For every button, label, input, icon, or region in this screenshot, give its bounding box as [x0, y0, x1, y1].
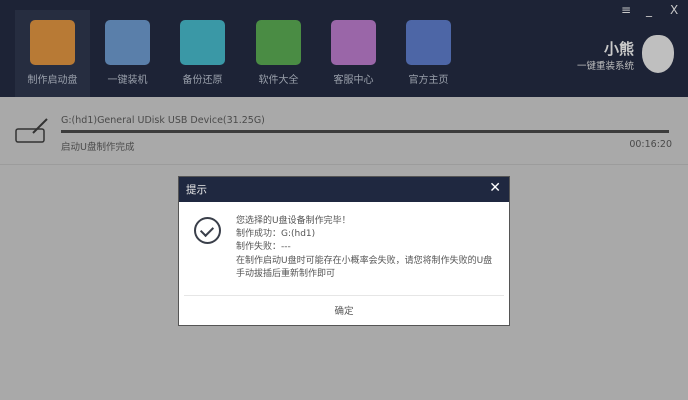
divider — [184, 295, 504, 296]
close-button[interactable]: X — [670, 3, 678, 17]
chat-icon — [331, 20, 376, 65]
restore-icon — [180, 20, 225, 65]
tab-software[interactable]: 软件大全 — [241, 10, 316, 97]
menu-button[interactable]: ≡ — [621, 3, 631, 17]
dialog-close-button[interactable]: ✕ — [489, 180, 501, 196]
home-icon — [406, 20, 451, 65]
message-line: 您选择的U盘设备制作完毕！ — [236, 216, 351, 226]
grid-icon — [256, 20, 301, 65]
device-name: G:(hd1)General UDisk USB Device(31.25G) — [61, 115, 265, 126]
message-line: 在制作启动U盘时可能存在小概率会失败，请您将制作失败的U盘手动拔插后重新制作即可 — [236, 255, 493, 279]
logo: 小熊 一键重装系统 — [528, 35, 688, 88]
dialog-message: 您选择的U盘设备制作完毕！ 制作成功：G:(hd1) 制作失败：--- 在制作启… — [236, 215, 498, 281]
dialog-title: 提示 — [186, 184, 207, 196]
elapsed-time: 00:16:20 — [629, 139, 672, 150]
device-row: G:(hd1)General UDisk USB Device(31.25G) … — [0, 97, 688, 165]
tab-backup-restore[interactable]: 备份还原 — [165, 10, 240, 97]
status-text: 启动U盘制作完成 — [61, 142, 135, 153]
tab-make-boot-disk[interactable]: 制作启动盘 — [15, 10, 90, 97]
dialog-header: 提示 ✕ — [179, 177, 509, 202]
tab-label: 客服中心 — [333, 75, 374, 86]
message-line: 制作成功：G:(hd1) — [236, 229, 316, 240]
tab-homepage[interactable]: 官方主页 — [391, 10, 466, 97]
tab-label: 软件大全 — [258, 75, 299, 86]
minimize-button[interactable]: _ — [646, 3, 652, 17]
logo-title: 小熊 — [603, 40, 634, 58]
tab-label: 备份还原 — [182, 75, 223, 86]
ok-button[interactable]: 确定 — [179, 303, 509, 317]
header: 制作启动盘 一键装机 备份还原 软件大全 客服中心 官方主页 ≡ _ X 小熊 … — [0, 0, 688, 97]
prompt-dialog: 提示 ✕ 您选择的U盘设备制作完毕！ 制作成功：G:(hd1) 制作失败：--- … — [178, 176, 510, 326]
tab-one-click-install[interactable]: 一键装机 — [90, 10, 165, 97]
check-circle-icon — [194, 217, 221, 244]
usb-edit-icon — [15, 118, 48, 143]
tab-label: 制作启动盘 — [27, 75, 78, 86]
tab-label: 一键装机 — [107, 75, 148, 86]
tab-label: 官方主页 — [408, 75, 449, 86]
monitor-icon — [105, 20, 150, 65]
tab-support[interactable]: 客服中心 — [316, 10, 391, 97]
bear-icon — [642, 35, 674, 73]
logo-subtitle: 一键重装系统 — [576, 61, 634, 72]
message-line: 制作失败：--- — [236, 242, 291, 253]
disk-icon — [30, 20, 75, 65]
progress-bar — [61, 130, 669, 133]
